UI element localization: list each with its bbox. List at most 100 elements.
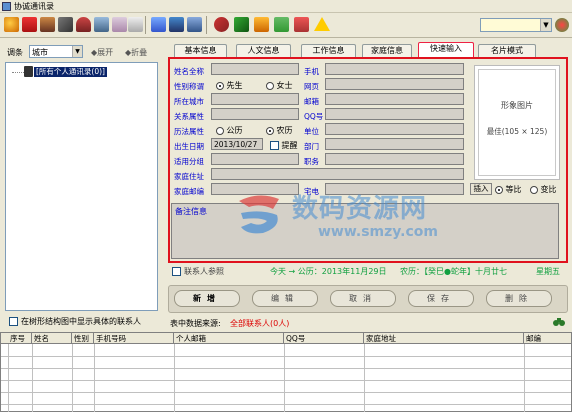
edit-button[interactable]: 编辑 (252, 290, 318, 307)
fit-proportional-radio[interactable]: 等比 (495, 184, 522, 195)
users-icon[interactable] (4, 17, 19, 32)
company-label: 单位 (304, 127, 319, 136)
column-header-index[interactable]: 序号 (8, 333, 32, 344)
contacts-book-icon (24, 66, 33, 77)
birthday-field[interactable]: 2013/10/27 (211, 138, 263, 150)
tag-icon[interactable] (128, 17, 143, 32)
show-contacts-checkbox[interactable] (9, 317, 18, 326)
dept-field[interactable] (325, 138, 464, 150)
table-row[interactable] (1, 380, 571, 381)
column-header-sex[interactable]: 性别 (72, 333, 94, 344)
palette-icon[interactable] (555, 18, 569, 32)
book-icon[interactable] (22, 17, 37, 32)
column-header-mobile[interactable]: 手机号码 (94, 333, 174, 344)
warning-icon[interactable] (314, 17, 330, 31)
table-row[interactable] (1, 356, 571, 357)
city-label: 所在城市 (174, 97, 204, 106)
tools-icon[interactable] (58, 17, 73, 32)
add-button[interactable]: 新增 (174, 290, 240, 307)
remind-checkbox[interactable]: 提醒 (270, 140, 298, 151)
calendar-icon[interactable] (169, 17, 184, 32)
chevron-down-icon[interactable]: ▼ (72, 46, 82, 57)
tab-work-info[interactable]: 工作信息 (301, 44, 356, 58)
sex-male-radio[interactable]: 先生 (216, 80, 243, 91)
expand-button[interactable]: ◆展开 (91, 47, 113, 58)
job-field[interactable] (325, 153, 464, 165)
grid-line (364, 344, 365, 412)
add-document-icon[interactable] (274, 17, 289, 32)
data-source-label: 表中数据来源: (170, 319, 221, 328)
pen-icon[interactable] (234, 17, 249, 32)
qq-field[interactable] (325, 108, 464, 120)
email-field[interactable] (325, 93, 464, 105)
cancel-button[interactable]: 取消 (330, 290, 396, 307)
calendar-lunar-radio[interactable]: 农历 (266, 125, 293, 136)
card-icon[interactable] (294, 17, 309, 32)
watermark-logo (239, 195, 279, 234)
save-button[interactable]: 保存 (408, 290, 474, 307)
stamp-icon[interactable] (76, 17, 91, 32)
home-address-field[interactable] (211, 168, 464, 180)
folder-icon[interactable] (40, 17, 55, 32)
contact-reference-label: 联系人参照 (184, 267, 224, 276)
collapse-button[interactable]: ◆折叠 (125, 47, 147, 58)
watermark-url: www.smzy.com (318, 224, 438, 240)
column-header-email[interactable]: 个人邮箱 (174, 333, 284, 344)
column-header-address[interactable]: 家庭地址 (364, 333, 524, 344)
group-select[interactable]: 城市 ▼ (29, 45, 83, 58)
column-header-name[interactable]: 姓名 (32, 333, 72, 344)
music-icon[interactable] (214, 17, 229, 32)
table-row[interactable] (1, 368, 571, 369)
fit-proportional-label: 等比 (505, 185, 522, 194)
toolbar-combo[interactable]: ▼ (480, 18, 552, 32)
sex-female-radio[interactable]: 女士 (266, 80, 293, 91)
today-weekday: 星期五 (536, 267, 560, 276)
city-field[interactable] (211, 93, 299, 105)
binoculars-icon[interactable] (553, 317, 565, 327)
web-field[interactable] (325, 78, 464, 90)
relation-label: 关系属性 (174, 112, 204, 121)
data-source-value[interactable]: 全部联系人(0人) (230, 318, 289, 329)
contact-tree[interactable] (5, 62, 158, 311)
group-field[interactable] (211, 153, 299, 165)
fit-stretch-label: 变比 (540, 185, 557, 194)
contact-reference-checkbox[interactable] (172, 267, 181, 276)
show-contacts-label: 在树形结构图中显示具体的联系人 (21, 317, 141, 326)
calendar-solar-radio[interactable]: 公历 (216, 125, 243, 136)
memo-label: 备注信息 (175, 207, 207, 216)
mobile-field[interactable] (325, 63, 464, 75)
delete-button[interactable]: 删除 (486, 290, 552, 307)
tab-quick-input[interactable]: 快速输入 (418, 42, 474, 58)
download-icon[interactable] (254, 17, 269, 32)
insert-photo-button[interactable]: 插入 (470, 183, 492, 195)
tab-basic-info[interactable]: 基本信息 (174, 44, 227, 58)
list-icon[interactable] (112, 17, 127, 32)
home-zip-label: 家庭邮编 (174, 187, 204, 196)
toolbar-separator (145, 16, 146, 34)
tree-root-node[interactable]: [所有个人通讯录(0)] (34, 67, 107, 77)
grid-line (8, 344, 9, 412)
name-field[interactable] (211, 63, 299, 75)
tab-card-mode[interactable]: 名片模式 (478, 44, 536, 58)
birthday-label: 出生日期 (174, 142, 204, 151)
company-field[interactable] (325, 123, 464, 135)
photo-frame[interactable] (474, 65, 560, 180)
relation-field[interactable] (211, 108, 299, 120)
document-icon[interactable] (151, 17, 166, 32)
column-header-qq[interactable]: QQ号 (284, 333, 364, 344)
group-label: 调条 (7, 48, 23, 57)
chevron-down-icon[interactable]: ▼ (540, 19, 551, 31)
sex-label: 性别称谓 (174, 82, 204, 91)
printer-icon[interactable] (94, 17, 109, 32)
table-row[interactable] (1, 392, 571, 393)
table-row[interactable] (1, 404, 571, 405)
contacts-table[interactable] (0, 332, 572, 412)
grid-line (284, 344, 285, 412)
watermark-text: 数码资源网 (292, 194, 428, 224)
column-header-zip[interactable]: 邮编 (524, 333, 571, 344)
calendar-solar-label: 公历 (226, 126, 243, 135)
tab-humanities-info[interactable]: 人文信息 (236, 44, 291, 58)
tab-family-info[interactable]: 家庭信息 (362, 44, 412, 58)
fit-stretch-radio[interactable]: 变比 (530, 184, 557, 195)
notebook-icon[interactable] (187, 17, 202, 32)
